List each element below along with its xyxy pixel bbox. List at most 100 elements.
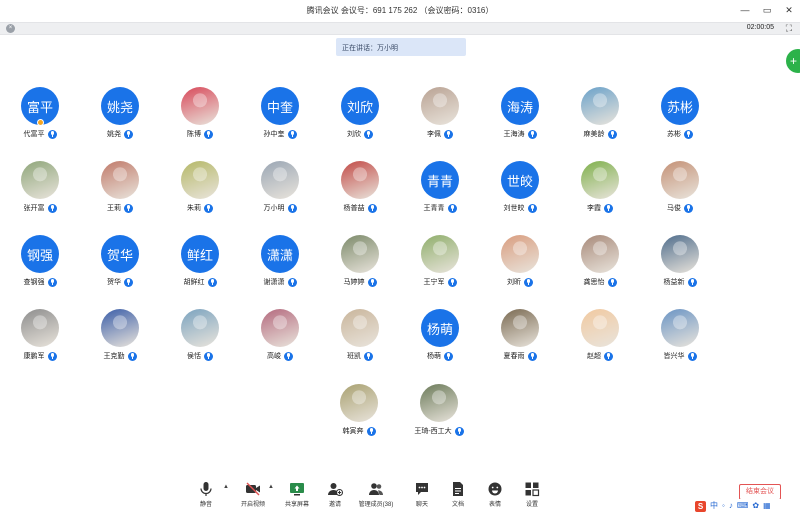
participant-avatar-text: 贺华 <box>101 235 139 273</box>
participant-tile[interactable]: 杨普喆 <box>320 161 400 231</box>
reactions-button[interactable]: 表情 <box>475 481 515 511</box>
participant-tile[interactable]: 马俊 <box>640 161 720 231</box>
participant-tile[interactable]: 鲜红 胡鲜红 <box>160 235 240 305</box>
participant-tile[interactable]: 杨益新 <box>640 235 720 305</box>
participant-name-row: 王青青 <box>400 202 480 214</box>
participant-tile[interactable]: 龚思怡 <box>560 235 640 305</box>
participant-tile[interactable]: 世皎 刘世皎 <box>480 161 560 231</box>
participant-tile[interactable]: 张开富 <box>0 161 80 231</box>
participant-name: 马婷婷 <box>343 279 365 286</box>
minimize-button[interactable]: — <box>740 4 750 16</box>
meeting-timer: 02:00:05 <box>746 24 774 31</box>
maximize-button[interactable]: ▭ <box>762 4 772 16</box>
sogou-logo-icon[interactable]: S <box>695 500 706 512</box>
participant-tile[interactable]: 陈博 <box>160 87 240 157</box>
participant-tile[interactable]: 康鹏军 <box>0 309 80 379</box>
floating-plus-icon[interactable]: + <box>786 49 800 73</box>
ime-mode-indicator[interactable]: 中 <box>710 500 718 512</box>
participant-name: 康鹏军 <box>23 353 45 360</box>
ime-keyboard-icon[interactable]: ⌨ <box>737 500 749 512</box>
settings-button[interactable]: 设置 <box>512 481 552 511</box>
participant-tile[interactable]: 青青 王青青 <box>400 161 480 231</box>
end-meeting-button[interactable]: 结束会议 <box>739 484 781 500</box>
participant-name: 万小明 <box>263 205 285 212</box>
participant-tile[interactable]: 李霞 <box>560 161 640 231</box>
mute-button[interactable]: 静音 <box>186 481 226 511</box>
participant-name-row: 王宁军 <box>400 276 480 288</box>
microphone-status-icon <box>687 277 697 287</box>
participant-tile[interactable]: 刘昕 <box>480 235 560 305</box>
participant-name-row: 姚尧 <box>80 128 160 140</box>
ime-punctuation-icon[interactable]: ◦ <box>722 500 725 512</box>
participant-tile[interactable]: 高峻 <box>240 309 320 379</box>
microphone-status-icon <box>444 129 453 139</box>
close-button[interactable]: ✕ <box>784 4 794 16</box>
microphone-status-icon <box>47 129 57 139</box>
microphone-status-icon <box>687 351 697 361</box>
participant-name: 王海涛 <box>503 131 525 138</box>
participant-name-row: 孙中奎 <box>240 128 320 140</box>
participant-tile[interactable]: 朱莉 <box>160 161 240 231</box>
participant-name: 王莉 <box>107 205 121 212</box>
participant-tile[interactable]: 杨萌 杨萌 <box>400 309 480 379</box>
ime-skin-icon[interactable]: ✿ <box>752 500 759 512</box>
participant-name-row: 夏春雨 <box>480 350 560 362</box>
participant-tile[interactable]: 海涛 王海涛 <box>480 87 560 157</box>
microphone-status-icon <box>604 351 613 361</box>
start-video-button[interactable]: 开启视频 <box>233 481 273 511</box>
manage-members-button[interactable]: 管理成员(38) <box>355 481 397 511</box>
participant-avatar-photo <box>581 309 619 347</box>
microphone-status-icon <box>684 203 693 213</box>
share-screen-button[interactable]: 共享屏幕 <box>277 481 317 511</box>
participant-tile[interactable]: 侯恬 <box>160 309 240 379</box>
participant-tile[interactable]: 李佩 <box>400 87 480 157</box>
participant-avatar-text: 海涛 <box>501 87 539 125</box>
participant-tile[interactable]: 中奎 孙中奎 <box>240 87 320 157</box>
participant-tile[interactable]: 王莉 <box>80 161 160 231</box>
chat-button[interactable]: 聊天 <box>402 481 442 511</box>
ime-microphone-icon[interactable]: ♪ <box>729 500 733 512</box>
ime-tools-icon[interactable]: ▦ <box>763 500 771 512</box>
participant-tile[interactable]: 万小明 <box>240 161 320 231</box>
participant-tile[interactable]: 苏彬 苏彬 <box>640 87 720 157</box>
participant-tile[interactable]: 班凯 <box>320 309 400 379</box>
participant-avatar-photo <box>340 384 378 422</box>
participant-avatar-photo <box>341 235 379 273</box>
participant-name: 韩寅奔 <box>342 428 364 435</box>
microphone-status-icon <box>444 351 453 361</box>
mute-options-chevron-icon[interactable]: ▲ <box>223 484 229 490</box>
participant-name-row: 杨普喆 <box>320 202 400 214</box>
participant-tile[interactable]: 贺华 贺华 <box>80 235 160 305</box>
microphone-status-icon <box>287 203 297 213</box>
microphone-status-icon <box>364 351 373 361</box>
microphone-icon <box>198 481 214 497</box>
documents-button[interactable]: 文档 <box>438 481 478 511</box>
participant-name-row: 朱莉 <box>160 202 240 214</box>
participant-tile[interactable]: 麻美龄 <box>560 87 640 157</box>
participant-name: 麻美龄 <box>583 131 605 138</box>
participant-tile[interactable]: 王琦-西工大 <box>399 384 479 454</box>
participant-tile[interactable]: 钢强 查钢强 <box>0 235 80 305</box>
participant-tile[interactable]: 姚尧 姚尧 <box>80 87 160 157</box>
participant-tile[interactable]: 富平 代富平 <box>0 87 80 157</box>
microphone-status-icon <box>124 277 133 287</box>
microphone-status-icon <box>364 129 373 139</box>
participant-name-row: 刘昕 <box>480 276 560 288</box>
participant-tile[interactable]: 赵超 <box>560 309 640 379</box>
microphone-status-icon <box>366 426 376 436</box>
participant-avatar-photo <box>421 235 459 273</box>
participant-tile[interactable]: 韩寅奔 <box>319 384 399 454</box>
fullscreen-icon[interactable]: ⛶ <box>786 23 792 34</box>
invite-button[interactable]: 邀请 <box>315 481 355 511</box>
participant-tile[interactable]: 刘欣 刘欣 <box>320 87 400 157</box>
participant-name: 刘昕 <box>507 279 521 286</box>
participant-tile[interactable]: 王克勤 <box>80 309 160 379</box>
video-options-chevron-icon[interactable]: ▲ <box>268 484 274 490</box>
participant-tile[interactable]: 夏春雨 <box>480 309 560 379</box>
participant-tile[interactable]: 王宁军 <box>400 235 480 305</box>
participant-tile[interactable]: 马婷婷 <box>320 235 400 305</box>
participant-tile[interactable]: 潇潇 谢潇潇 <box>240 235 320 305</box>
participant-tile[interactable]: 皆兴华 <box>640 309 720 379</box>
participant-name-row: 万小明 <box>240 202 320 214</box>
close-icon[interactable]: × <box>6 24 15 33</box>
